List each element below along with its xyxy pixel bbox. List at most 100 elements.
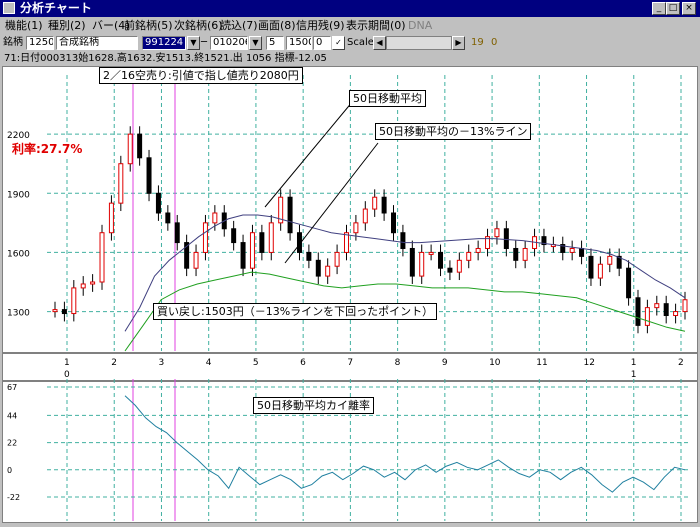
- sub-ytick-label: 22: [7, 439, 17, 448]
- menu-prev-stock[interactable]: 前銘柄(5): [124, 19, 173, 32]
- scale-checkbox[interactable]: ✓: [332, 36, 345, 50]
- price-candle: [494, 228, 500, 238]
- stock-name-field[interactable]: 合成銘柄: [56, 36, 138, 50]
- menu-margin[interactable]: 信用残(9): [296, 19, 345, 32]
- price-candle: [240, 242, 246, 269]
- scale-slider-track[interactable]: [386, 36, 452, 50]
- price-candle: [325, 265, 331, 277]
- code-label: 銘柄: [3, 37, 23, 48]
- end-date-dropdown[interactable]: ▼: [249, 36, 262, 50]
- x-tick-label: 5: [253, 358, 259, 368]
- price-candle: [644, 307, 650, 326]
- price-candle: [193, 251, 199, 269]
- x-tick-label: 3: [158, 358, 164, 368]
- x-tick-label: 12: [584, 358, 595, 368]
- end-date-field[interactable]: 010206: [210, 36, 248, 50]
- price-candle: [61, 309, 67, 315]
- price-candle: [99, 232, 105, 283]
- price-candle: [419, 251, 425, 277]
- price-candle: [663, 303, 669, 317]
- chart-canvas[interactable]: 22001900160013001 2 3 4 5 6 7 8 9 10 11 12 1 20 167442…: [3, 67, 697, 522]
- ma50-annotation: 50日移動平均: [349, 90, 426, 107]
- price-candle: [202, 222, 208, 253]
- window-title: 分析チャート: [20, 1, 92, 15]
- price-candle: [381, 196, 387, 214]
- price-candle: [522, 247, 528, 261]
- price-candle: [287, 196, 293, 234]
- ma50-minus-annotation: 50日移動平均の－13%ライン: [375, 123, 532, 140]
- buyback-annotation: 買い戻し:1503円（－13%ラインを下回ったポイント）: [153, 303, 438, 320]
- start-date-field[interactable]: 991224: [142, 36, 186, 50]
- offset-field[interactable]: 0: [313, 36, 331, 50]
- maximize-button[interactable]: □: [666, 2, 680, 15]
- x-tick-label: 7: [347, 358, 353, 368]
- price-candle: [438, 251, 444, 269]
- menu-load[interactable]: 読込(7): [220, 19, 258, 32]
- close-button[interactable]: ×: [682, 2, 696, 15]
- price-candle: [428, 251, 434, 255]
- scroll-right-button[interactable]: ▶: [452, 36, 465, 50]
- price-candle: [249, 232, 255, 269]
- price-candle: [306, 251, 312, 261]
- price-candle: [372, 196, 378, 210]
- price-candle: [569, 247, 575, 253]
- x-tick-label: 1: [64, 358, 70, 368]
- price-candle: [607, 255, 613, 265]
- price-candle: [513, 247, 519, 261]
- scroll-left-button[interactable]: ◀: [373, 36, 386, 50]
- price-candle: [165, 212, 171, 224]
- price-candle: [137, 133, 143, 159]
- menu-type[interactable]: 種別(2): [48, 19, 86, 32]
- sub-ytick-label: 67: [7, 383, 17, 392]
- year-marker-label: 1: [631, 370, 637, 380]
- x-tick-label: 4: [206, 358, 212, 368]
- price-candle: [673, 311, 679, 317]
- minimize-button[interactable]: _: [652, 2, 666, 15]
- price-candle: [118, 163, 124, 204]
- period-field[interactable]: 5: [266, 36, 284, 50]
- price-candle: [52, 309, 58, 313]
- menu-next-stock[interactable]: 次銘柄(6): [174, 19, 223, 32]
- range-dash: ─: [201, 37, 208, 48]
- sell-annotation: 2／16空売り:引値で指し値売り2080円: [99, 67, 303, 84]
- menu-screen[interactable]: 画面(8): [258, 19, 296, 32]
- price-candle: [391, 212, 397, 234]
- x-tick-label: 9: [442, 358, 448, 368]
- start-date-dropdown[interactable]: ▼: [187, 36, 200, 50]
- title-bar[interactable]: 分析チャート _ □ ×: [0, 0, 700, 17]
- price-candle: [268, 222, 274, 253]
- price-candle: [343, 232, 349, 253]
- price-candle: [231, 228, 237, 244]
- price-candle: [146, 157, 152, 194]
- main-ytick-label: 1300: [7, 309, 30, 319]
- x-tick-label: 10: [489, 358, 501, 368]
- price-candle: [475, 247, 481, 253]
- price-candle: [682, 299, 688, 313]
- base-value-field[interactable]: 1500: [286, 36, 312, 50]
- year-marker-label: 0: [64, 370, 70, 380]
- chart-area[interactable]: 2200 1900 1600 1300 1 2 3 4 5 6 7 8 9 10 11 12 1 2 0 1 67 44 2…: [2, 66, 698, 523]
- main-ytick-label: 1900: [7, 190, 30, 200]
- price-candle: [353, 222, 359, 234]
- menu-display-period[interactable]: 表示期間(0): [346, 19, 406, 32]
- menu-dna[interactable]: DNA: [408, 19, 432, 32]
- price-candle: [80, 283, 86, 289]
- sub-ytick-label: 0: [7, 466, 12, 475]
- price-candle: [315, 259, 321, 277]
- x-tick-label: 6: [300, 358, 306, 368]
- info-bar: 71:日付000313始1628.高1632.安1513.終1521.出 105…: [0, 52, 700, 66]
- price-candle: [334, 251, 340, 267]
- sub-ytick-label: -22: [7, 493, 20, 502]
- toolbar: 銘柄 1250 合成銘柄 991224 ▼ ─ 010206 ▼ 5 1500 …: [0, 34, 700, 52]
- price-candle: [597, 263, 603, 279]
- menu-bar: 機能(1) 種別(2) バー(4) 前銘柄(5) 次銘柄(6) 読込(7) 画面…: [0, 17, 700, 34]
- price-candle: [108, 202, 114, 234]
- code-field[interactable]: 1250: [26, 36, 54, 50]
- menu-function[interactable]: 機能(1): [5, 19, 43, 32]
- price-candle: [409, 247, 415, 277]
- price-candle: [588, 255, 594, 279]
- app-icon: [3, 2, 15, 14]
- main-ytick-label: 2200: [7, 131, 30, 141]
- indicator-value-1: 19: [471, 37, 484, 48]
- price-candle: [466, 251, 472, 261]
